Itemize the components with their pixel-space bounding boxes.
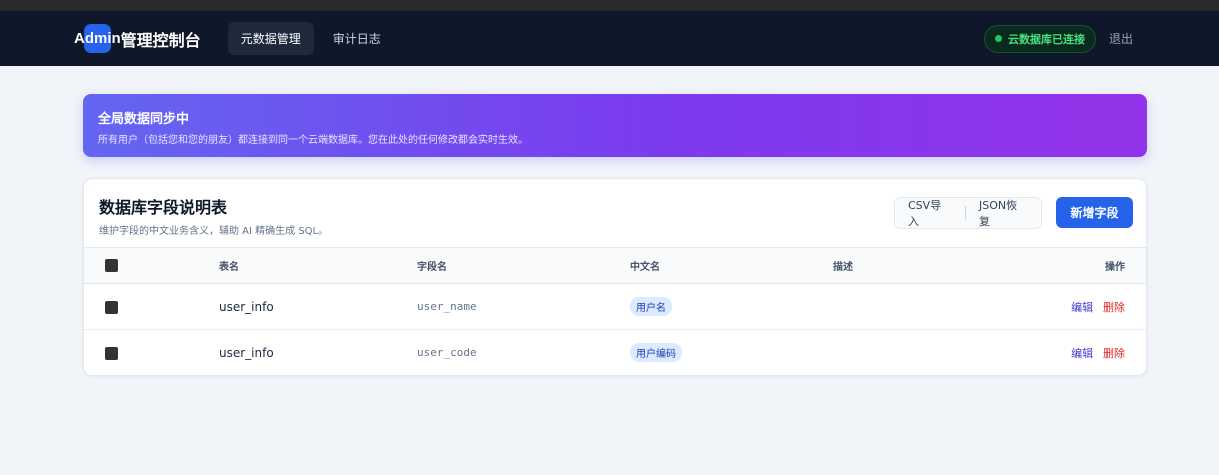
cell-table-name: user_info: [219, 299, 274, 314]
table-header-row: 表名 字段名 中文名 描述 操作: [84, 247, 1146, 284]
cn-name-tag: 用户名: [630, 297, 672, 316]
delete-button[interactable]: 删除: [1103, 301, 1125, 314]
banner-description: 所有用户（包括您和您的朋友）都连接到同一个云端数据库。您在此处的任何修改都会实时…: [98, 135, 528, 146]
add-field-button[interactable]: 新增字段: [1056, 197, 1133, 228]
field-description-card: 数据库字段说明表 维护字段的中文业务含义，辅助 AI 精确生成 SQL。 CSV…: [83, 178, 1147, 376]
table-row: user_info user_name 用户名 编辑 删除: [84, 284, 1146, 330]
brand-admin-text: Admin: [74, 30, 121, 47]
cell-field-name: user_name: [417, 300, 477, 313]
brand-title: 管理控制台: [120, 30, 201, 50]
column-header-description: 描述: [833, 262, 853, 273]
cell-description: [833, 284, 1033, 330]
edit-button[interactable]: 编辑: [1071, 347, 1093, 360]
tab-metadata-management[interactable]: 元数据管理: [227, 22, 314, 55]
tab-audit-log[interactable]: 审计日志: [320, 22, 394, 55]
row-checkbox[interactable]: [105, 346, 118, 360]
column-header-cn-name: 中文名: [630, 262, 660, 273]
fields-table: 表名 字段名 中文名 描述 操作 user_info user_name 用户名…: [84, 247, 1146, 376]
status-dot-icon: [994, 35, 1002, 42]
brand[interactable]: Admin 管理控制台: [74, 23, 201, 54]
column-header-field: 字段名: [417, 262, 447, 273]
cn-name-tag: 用户编码: [630, 343, 682, 363]
select-all-checkbox[interactable]: [105, 259, 118, 272]
db-status-badge: 云数据库已连接: [983, 24, 1096, 53]
import-button-group: CSV导入 JSON恢复: [894, 197, 1042, 229]
json-restore-button[interactable]: JSON恢复: [966, 197, 1041, 229]
csv-import-button[interactable]: CSV导入: [895, 197, 965, 229]
logout-link[interactable]: 退出: [1109, 30, 1133, 47]
sync-banner: 全局数据同步中 所有用户（包括您和您的朋友）都连接到同一个云端数据库。您在此处的…: [83, 94, 1147, 157]
cell-field-name: user_code: [417, 346, 477, 360]
edit-button[interactable]: 编辑: [1071, 301, 1093, 314]
window-top-strip: [0, 0, 1219, 10]
delete-button[interactable]: 删除: [1103, 347, 1125, 360]
table-row: user_info user_code 用户编码 编辑 删除: [84, 330, 1146, 376]
top-navbar: Admin 管理控制台 元数据管理 审计日志 云数据库已连接 退出: [0, 10, 1219, 66]
cell-table-name: user_info: [219, 345, 274, 360]
row-checkbox[interactable]: [105, 300, 118, 314]
banner-title: 全局数据同步中: [98, 112, 190, 127]
card-header: 数据库字段说明表 维护字段的中文业务含义，辅助 AI 精确生成 SQL。 CSV…: [84, 179, 1146, 247]
db-status-text: 云数据库已连接: [1007, 32, 1085, 46]
column-header-actions: 操作: [1105, 262, 1125, 273]
cell-description: [833, 330, 1033, 376]
column-header-table: 表名: [219, 262, 239, 273]
